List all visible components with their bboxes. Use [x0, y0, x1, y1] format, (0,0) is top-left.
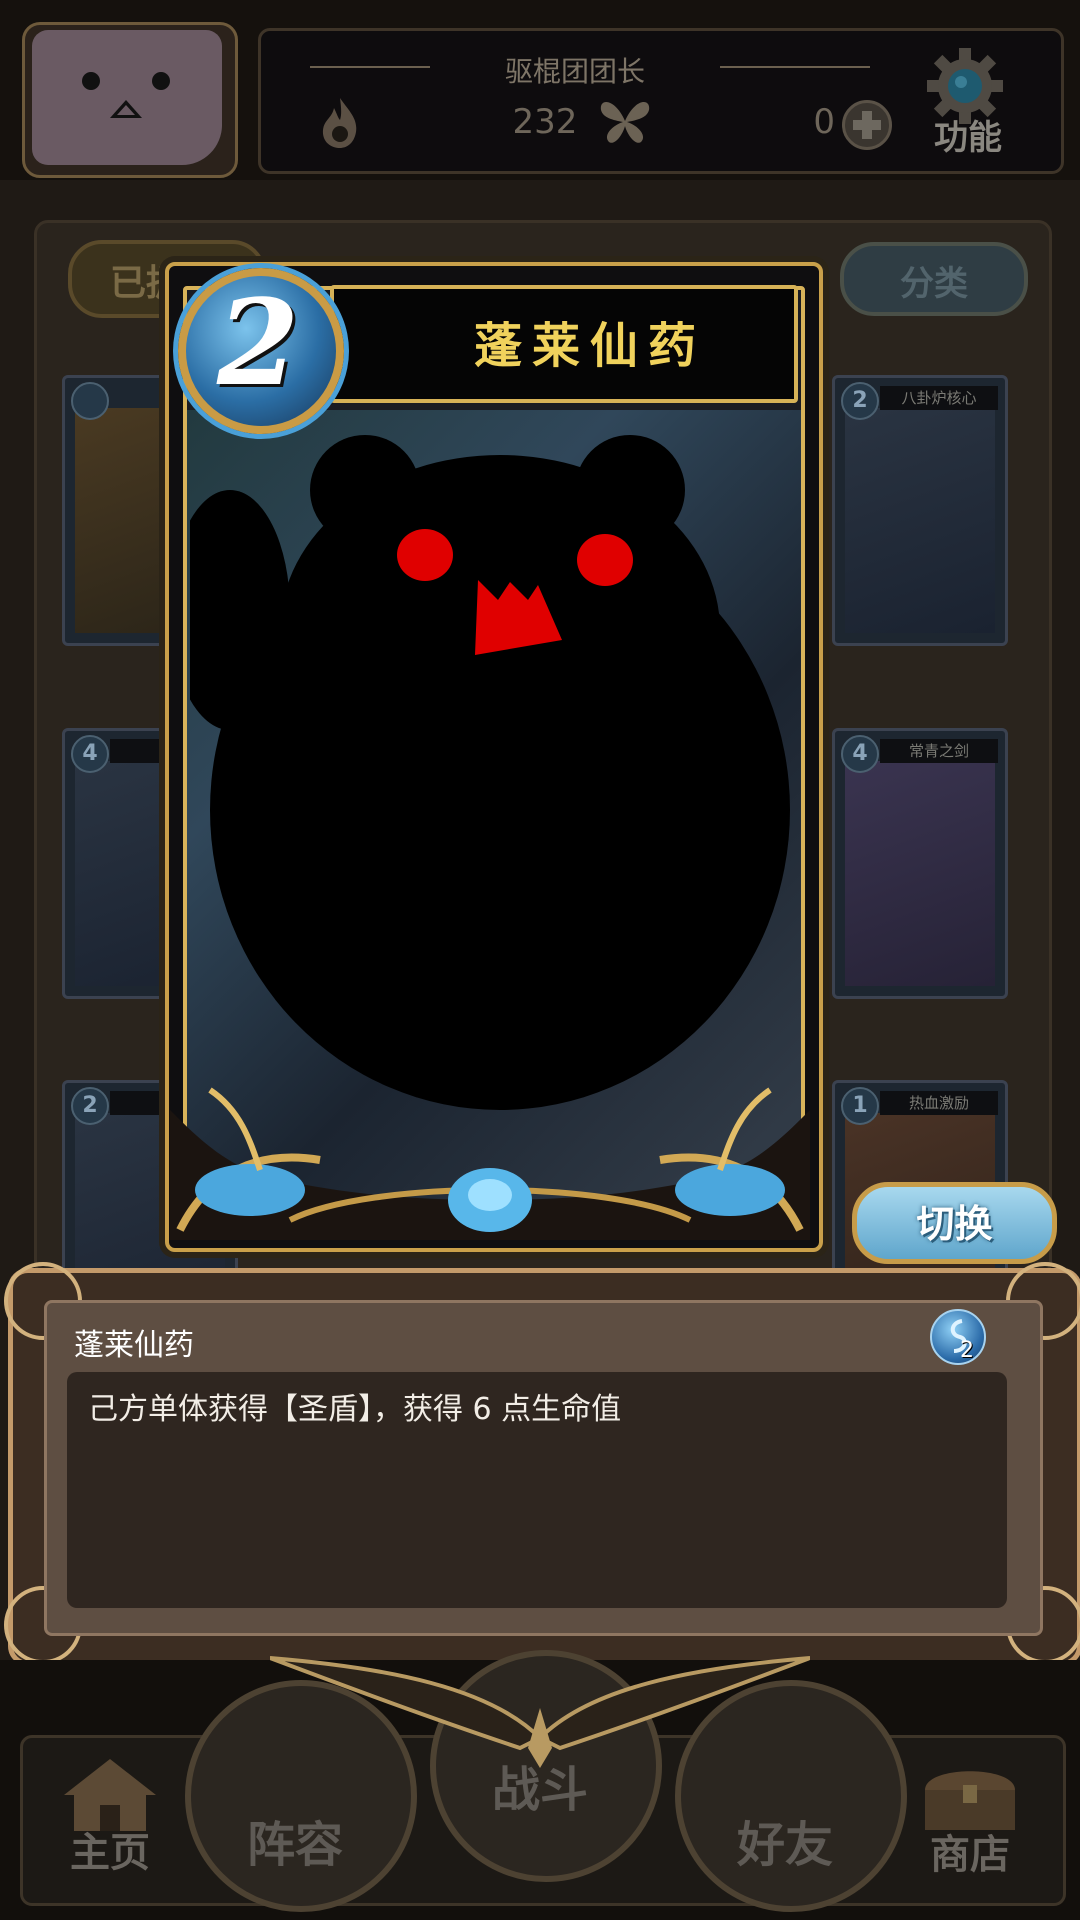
card-name: 蓬莱仙药: [473, 318, 706, 374]
divider: [310, 66, 430, 68]
card-cost: 2: [841, 382, 879, 420]
switch-label: 切换: [916, 1202, 993, 1246]
avatar-left-eye: [82, 72, 100, 90]
description-cost: 2: [960, 1338, 974, 1363]
silhouette-bear: [190, 435, 790, 1110]
player-name: 驱棍团团长: [504, 55, 645, 88]
plus-icon: [853, 111, 881, 139]
card-title: 八卦炉核心: [880, 386, 998, 410]
function-label[interactable]: 功能: [918, 110, 1018, 159]
description-text: 己方单体获得【圣盾】，获得 6 点生命值: [88, 1392, 622, 1427]
add-currency-button[interactable]: [842, 100, 892, 150]
classify-label: 分类: [900, 264, 968, 304]
collection-card[interactable]: 2 八卦炉核心: [832, 375, 1008, 646]
nav-friends[interactable]: 好友: [685, 1805, 885, 1875]
fire-icon: [322, 98, 357, 148]
nav-battle[interactable]: 战斗: [440, 1750, 640, 1820]
avatar-mouth: [110, 100, 142, 118]
card-cost: 1: [841, 1087, 879, 1125]
nav-lineup[interactable]: 阵容: [195, 1805, 395, 1875]
gem-value: 0: [813, 102, 835, 142]
mana-orb-icon: [930, 1309, 986, 1365]
avatar[interactable]: [32, 30, 222, 165]
card-cost: 4: [71, 735, 109, 773]
nav-home[interactable]: 主页: [35, 1820, 185, 1878]
description-title: 蓬莱仙药: [74, 1328, 194, 1363]
avatar-right-eye: [152, 72, 170, 90]
card-cost: [71, 382, 109, 420]
card-title: 常青之剑: [880, 739, 998, 763]
stamina-value: 232: [512, 102, 578, 142]
card-title: 热血激励: [880, 1091, 998, 1115]
card-ornament: [170, 1087, 810, 1240]
card-cost: 2: [216, 273, 300, 412]
butterfly-icon: [600, 102, 650, 143]
card-cost: 2: [71, 1087, 109, 1125]
card-cost: 4: [841, 735, 879, 773]
nav-shop[interactable]: 商店: [895, 1822, 1045, 1880]
divider: [720, 66, 870, 68]
collection-card[interactable]: 4 常青之剑: [832, 728, 1008, 999]
